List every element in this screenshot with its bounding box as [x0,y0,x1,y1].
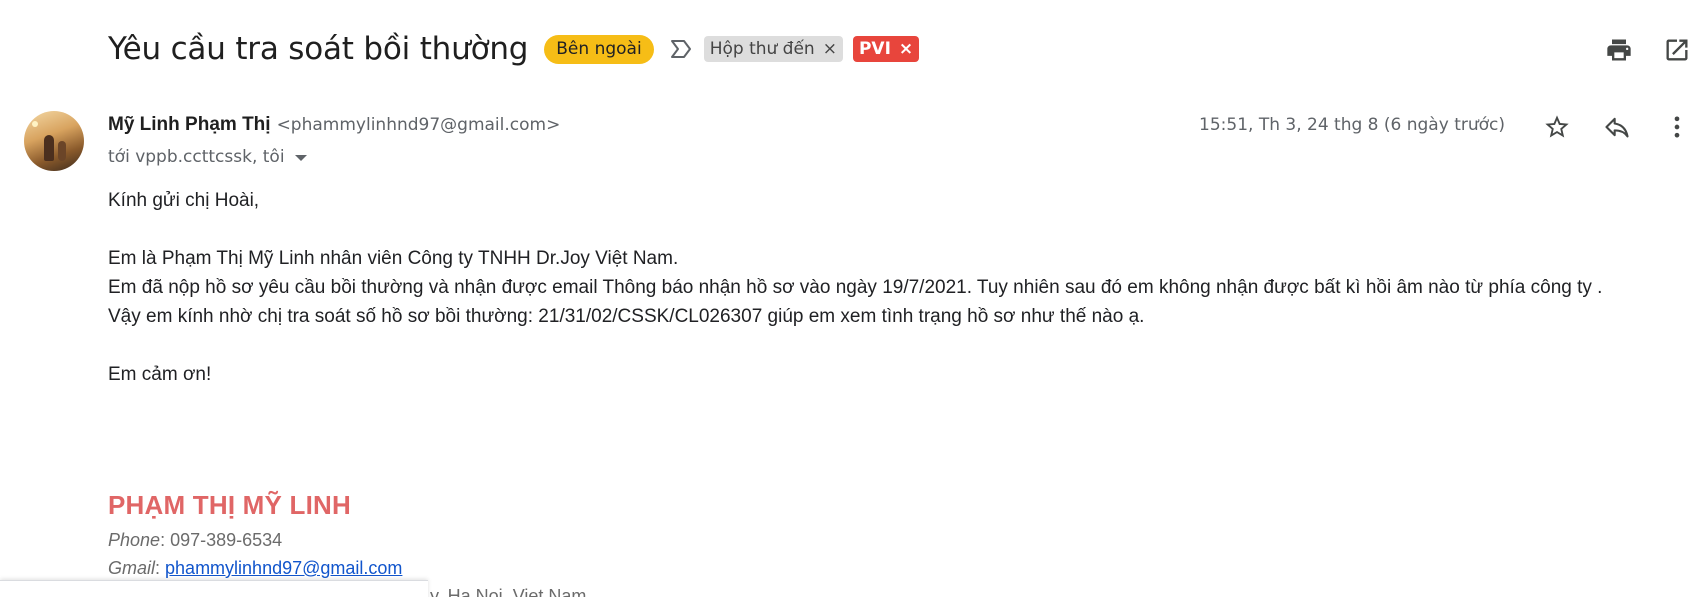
signature-gmail-sep: : [155,558,166,578]
signature-gmail-link[interactable]: phammylinhnd97@gmail.com [165,558,402,578]
more-vertical-icon [1674,116,1680,138]
signature-gmail-label: Gmail [108,558,156,578]
body-line: Em cảm ơn! [108,364,212,385]
body-line [108,215,1688,244]
reply-button[interactable] [1599,109,1635,145]
remove-label-inbox-icon[interactable]: × [823,40,837,58]
sender-line: Mỹ Linh Phạm Thị <phammylinhnd97@gmail.c… [108,114,560,140]
label-chip-pvi-text: PVI [858,39,891,59]
subject-row: Yêu cầu tra soát bồi thường Bên ngoài Hộ… [108,26,920,72]
star-button[interactable] [1539,109,1575,145]
print-button[interactable] [1601,32,1637,68]
open-in-new-window-button[interactable] [1659,32,1695,68]
recipients-text: tới vppb.ccttcssk, tôi [108,147,285,167]
body-line [108,331,1688,360]
signature-phone-value: : 097-389-6534 [160,530,283,550]
message-body: Kính gửi chị Hoài, Em là Phạm Thị Mỹ Lin… [108,186,1688,389]
label-chip-inbox-text: Hộp thư đến [709,39,815,59]
recipients-line: tới vppb.ccttcssk, tôi [108,145,307,169]
reply-icon [1605,117,1629,138]
sender-email: <phammylinhnd97@gmail.com> [276,115,561,135]
avatar-photo-figure-2 [58,141,66,161]
email-subject: Yêu cầu tra soát bồi thường [108,31,529,67]
message-date: 15:51, Th 3, 24 thg 8 (6 ngày trước) [1199,115,1505,135]
body-line: Vậy em kính nhờ chị tra soát số hồ sơ bồ… [108,306,1145,327]
bottom-popup-panel[interactable] [0,580,428,597]
signature-address: y, Ha Noi, Viet Nam [430,586,587,597]
body-line: Kính gửi chị Hoài, [108,190,260,211]
remove-label-pvi-icon[interactable]: × [899,40,913,58]
avatar-photo-detail [32,121,38,127]
body-line: Em là Phạm Thị Mỹ Linh nhân viên Công ty… [108,248,679,269]
avatar-photo-figure [44,135,54,161]
signature-phone-label: Phone [108,530,161,550]
external-badge: Bên ngoài [544,34,654,64]
open-in-new-window-icon [1666,39,1688,61]
important-marker-icon[interactable] [668,36,694,62]
label-chip-pvi[interactable]: PVI × [852,36,920,62]
label-chip-inbox[interactable]: Hộp thư đến × [703,36,843,62]
show-details-chevron-down-icon[interactable] [294,155,307,161]
print-icon [1607,39,1631,61]
signature-phone: Phone: 097-389-6534 [108,530,282,551]
body-line: Em đã nộp hồ sơ yêu cầu bồi thường và nh… [108,277,1603,298]
signature-name: PHẠM THỊ MỸ LINH [108,490,351,520]
sender-name[interactable]: Mỹ Linh Phạm Thị [108,114,271,136]
sender-avatar[interactable] [24,111,84,171]
signature-gmail: Gmail: phammylinhnd97@gmail.com [108,558,402,579]
more-options-button[interactable] [1659,109,1695,145]
star-icon [1545,115,1569,138]
